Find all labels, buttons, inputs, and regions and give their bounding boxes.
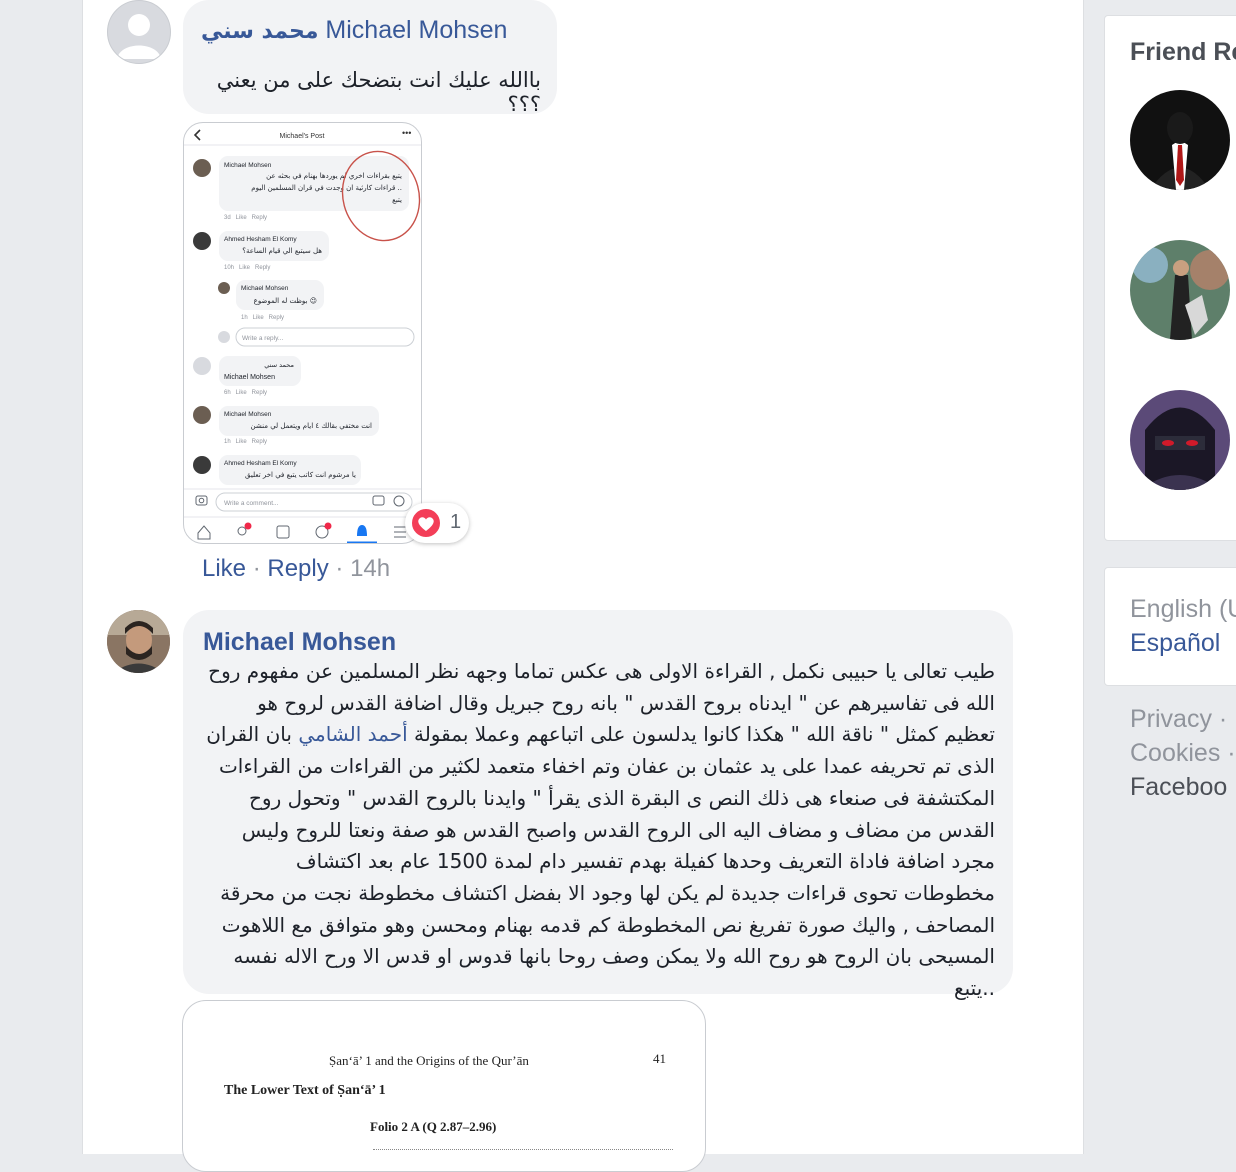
comment-bubble: محمد سني Michael Mohsen باالله عليك انت … <box>183 0 557 116</box>
default-avatar-icon <box>117 14 161 59</box>
language-espanol-link[interactable]: Español <box>1130 629 1220 658</box>
ss-c6-name: Ahmed Hesham El Komy <box>224 460 297 467</box>
reaction-summary[interactable]: 1 <box>405 503 469 543</box>
comment-timestamp[interactable]: 14h <box>350 555 390 582</box>
friend-avatar[interactable] <box>1130 390 1230 490</box>
ss-c4-name: Michael Mohsen <box>224 374 275 381</box>
more-icon: ••• <box>402 128 411 138</box>
friend-avatar[interactable] <box>1130 90 1230 190</box>
comment-author[interactable]: Michael Mohsen <box>203 628 396 657</box>
ss-c4-meta: 6h Like Reply <box>224 390 267 396</box>
home-icon <box>197 525 211 540</box>
attached-document-image[interactable]: Ṣan‘ā’ 1 and the Origins of the Qur’ān 4… <box>182 1000 706 1172</box>
document-folio: Folio 2 A (Q 2.87–2.96) <box>370 1119 497 1134</box>
like-button[interactable]: Like <box>202 555 246 582</box>
document-text-cutoff <box>373 1149 673 1156</box>
friends-icon <box>237 526 247 536</box>
camera-icon <box>195 495 208 506</box>
friend-photo <box>1130 240 1230 340</box>
friend-requests-card: Friend Re <box>1104 15 1236 541</box>
attached-screenshot[interactable]: Michael's Post ••• Michael Mohsen يتبع ب… <box>183 122 422 544</box>
commenter-avatar[interactable] <box>107 610 170 673</box>
ss-c1-text-1: يتبع بقراءات اخري لم يوردها بهنام في بحث… <box>266 172 402 180</box>
ss-c1-meta: 3d Like Reply <box>224 215 267 221</box>
ss-c1-text-2: قراءات كارثية ان وجدت في قران المسلمين ا… <box>251 184 402 192</box>
footer-privacy-link[interactable]: Privacy · <box>1130 705 1227 734</box>
ss-c3-name: Michael Mohsen <box>241 285 289 292</box>
comment-actions: Like · Reply · 14h <box>202 555 390 583</box>
comment-text: باالله عليك انت بتضحك على من يعني ؟؟؟ <box>216 68 541 116</box>
comment-author[interactable]: محمد سني Michael Mohsen <box>201 16 507 45</box>
friend-requests-title: Friend Re <box>1130 38 1236 66</box>
separator-dot: · <box>335 555 351 582</box>
ss-c5-text: انت مختفي بقالك ٤ ايام ويتعمل لي منشن <box>251 422 373 430</box>
ss-c3-text: بوظت له الموضوع 😉 <box>254 297 317 305</box>
ss-c2-meta: 10h Like Reply <box>224 265 270 271</box>
friend-photo <box>1130 390 1230 490</box>
ss-c3-meta: 1h Like Reply <box>241 315 284 321</box>
notifications-icon <box>357 525 367 536</box>
document-page-number: 41 <box>653 1051 666 1066</box>
ss-c6-text: يا مرشوم انت كاتب يتبع في اخر تعليق <box>245 471 356 479</box>
document-running-head: Ṣan‘ā’ 1 and the Origins of the Qur’ān <box>329 1053 529 1068</box>
ss-c2-name: Ahmed Hesham El Komy <box>224 236 297 243</box>
friend-avatar[interactable] <box>1130 240 1230 340</box>
document-heading: The Lower Text of Ṣan‘ā’ 1 <box>224 1083 386 1098</box>
profile-photo <box>107 610 170 673</box>
ss-reply-placeholder: Write a reply... <box>242 335 283 342</box>
ss-c5-name: Michael Mohsen <box>224 411 272 418</box>
reaction-count: 1 <box>450 511 462 533</box>
comment-text-part-2: بان القران الذى تم تحريفه عمدا على يد عث… <box>206 722 995 1001</box>
commenter-avatar-default[interactable] <box>107 0 171 64</box>
love-reaction-icon <box>410 507 442 539</box>
comment-text: طيب تعالى يا حبيبى نكمل , القراءة الاولى… <box>205 656 995 1005</box>
separator-dot: · <box>252 555 268 582</box>
ss-c4-name-ar: محمد سني <box>264 361 294 369</box>
footer-cookies-link[interactable]: Cookies · <box>1130 739 1236 768</box>
watch-icon <box>276 525 290 539</box>
reply-button[interactable]: Reply <box>267 555 328 582</box>
author-name[interactable]: Michael Mohsen <box>203 628 396 656</box>
ss-c5-meta: 1h Like Reply <box>224 439 267 445</box>
friend-photo <box>1130 90 1230 190</box>
language-current: English (U <box>1130 595 1236 623</box>
ss-comment-placeholder: Write a comment... <box>224 500 279 507</box>
ss-c1-text-3: يتبع <box>392 196 402 204</box>
language-card: English (U Español <box>1104 567 1236 686</box>
mention-link[interactable]: أحمد الشامي <box>298 722 407 746</box>
back-arrow-icon <box>193 129 201 141</box>
ss-c1-name: Michael Mohsen <box>224 162 272 169</box>
author-name-en[interactable]: Michael Mohsen <box>325 16 507 44</box>
ss-c2-text: هل سيتبع الي قيام الساعة؟ <box>242 247 322 255</box>
footer-facebook-copyright: Faceboo <box>1130 773 1228 801</box>
mobile-post-screenshot: Michael's Post ••• Michael Mohsen يتبع ب… <box>184 128 421 543</box>
screenshot-header: Michael's Post <box>280 133 325 140</box>
author-name-ar[interactable]: محمد سني <box>201 19 318 44</box>
